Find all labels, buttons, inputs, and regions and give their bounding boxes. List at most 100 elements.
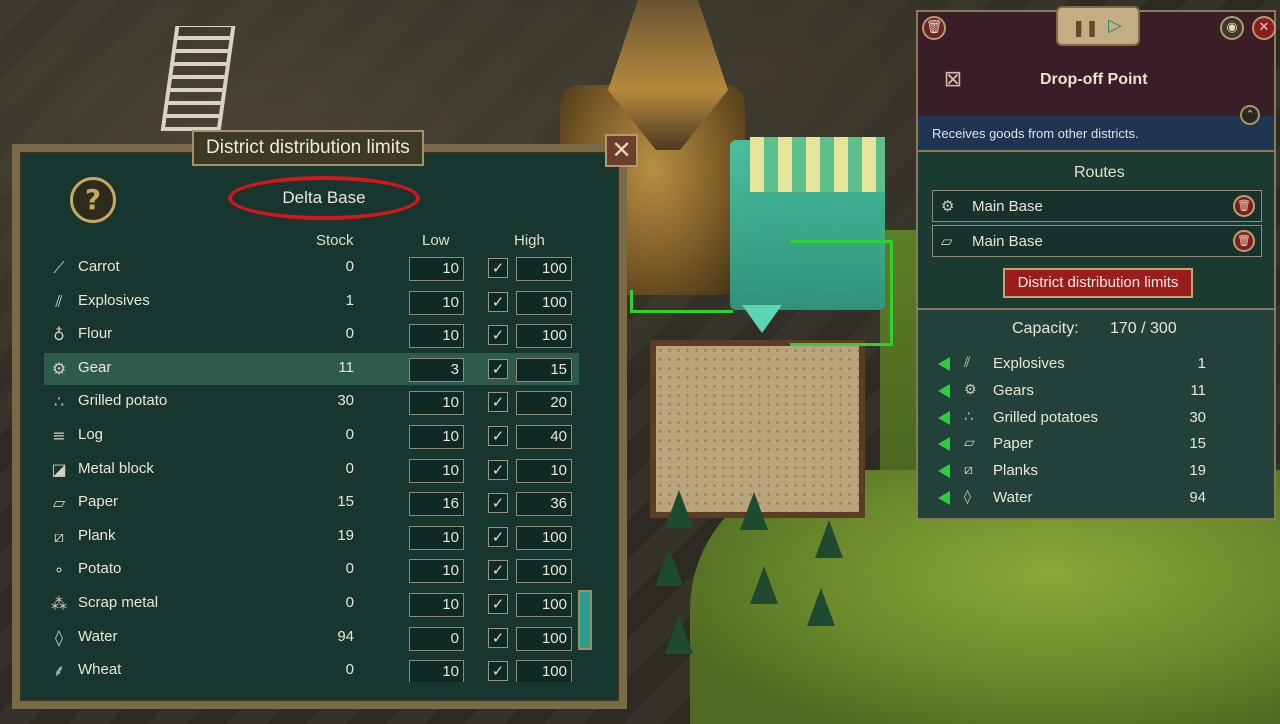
pine-tree: [807, 588, 835, 626]
district-distribution-limits-button[interactable]: District distribution limits: [1003, 268, 1193, 298]
delete-route-icon[interactable]: 🗑: [1233, 195, 1255, 217]
collapse-icon[interactable]: ⌃: [1240, 105, 1260, 125]
high-limit-input[interactable]: 15: [516, 357, 572, 382]
inventory-value: 11: [1190, 381, 1206, 399]
supply-arrow-icon: [938, 383, 950, 398]
grilled-potato-icon: ∴: [53, 392, 65, 412]
table-row[interactable]: ⁂ Scrap metal 0 10 ✓ 100: [44, 588, 579, 620]
table-row[interactable]: ∘ Potato 0 10 ✓ 100: [44, 554, 579, 586]
high-limit-checkbox[interactable]: ✓: [488, 358, 508, 379]
resource-name: Plank: [78, 526, 116, 544]
high-limit-checkbox[interactable]: ✓: [488, 392, 508, 413]
high-limit-input[interactable]: 100: [516, 290, 572, 315]
inventory-item: ⚙ Gears 11: [938, 379, 1218, 403]
high-limit-input[interactable]: 10: [516, 458, 572, 483]
pause-icon[interactable]: ❚❚: [1072, 18, 1099, 37]
high-limit-input[interactable]: 100: [516, 593, 572, 617]
high-limit-input[interactable]: 40: [516, 425, 572, 449]
inventory-name: Gears: [993, 381, 1034, 399]
high-limit-input[interactable]: 100: [516, 324, 572, 349]
inventory-name: Planks: [993, 462, 1039, 480]
route-item[interactable]: ▱ Main Base 🗑: [932, 225, 1262, 257]
resource-name: Paper: [78, 493, 119, 511]
low-limit-input[interactable]: 3: [409, 357, 464, 382]
wheat-icon: ⸙: [52, 661, 65, 681]
high-limit-input[interactable]: 100: [516, 525, 572, 550]
table-row[interactable]: ⧄ Plank 19 10 ✓ 100: [44, 521, 579, 553]
high-limit-checkbox[interactable]: ✓: [488, 291, 508, 312]
eye-icon[interactable]: ◉: [1220, 16, 1244, 40]
low-limit-input[interactable]: 10: [409, 324, 464, 349]
supply-arrow-icon: [938, 410, 950, 425]
inventory-value: 1: [1197, 355, 1206, 372]
drop-off-point-icon: ⊠: [943, 67, 963, 92]
high-limit-checkbox[interactable]: ✓: [488, 258, 508, 278]
high-limit-input[interactable]: 100: [516, 626, 572, 651]
table-row[interactable]: ▱ Paper 15 16 ✓ 36: [44, 487, 579, 519]
inventory-value: 15: [1189, 435, 1206, 453]
low-limit-input[interactable]: 10: [409, 559, 464, 584]
route-item[interactable]: ⚙ Main Base 🗑: [932, 190, 1262, 222]
inventory-name: Grilled potatoes: [993, 408, 1099, 426]
stock-value: 0: [345, 560, 354, 578]
table-row[interactable]: ⸙ Wheat 0 10 ✓ 100: [44, 655, 579, 682]
resource-name: Water: [78, 627, 118, 645]
stock-value: 0: [345, 258, 354, 275]
low-limit-input[interactable]: 10: [409, 391, 464, 416]
pine-tree: [665, 490, 693, 528]
low-limit-input[interactable]: 10: [409, 290, 464, 315]
high-limit-checkbox[interactable]: ✓: [488, 594, 508, 614]
high-limit-input[interactable]: 100: [516, 660, 572, 682]
table-row[interactable]: ⚙ Gear 11 3 ✓ 15: [44, 352, 579, 385]
table-row[interactable]: ⫽ Explosives 1 10 ✓ 100: [44, 286, 579, 318]
resource-name: Wheat: [78, 661, 122, 679]
stock-value: 0: [345, 594, 354, 611]
gear-icon: ⚙: [51, 358, 67, 378]
low-limit-input[interactable]: 10: [409, 257, 464, 281]
table-row[interactable]: ◊ Water 94 0 ✓ 100: [44, 622, 579, 654]
play-icon[interactable]: ▷: [1108, 15, 1122, 36]
resource-name: Grilled potato: [78, 392, 168, 410]
high-limit-input[interactable]: 100: [516, 559, 572, 584]
inventory-item: ⧄ Planks 19: [938, 459, 1218, 483]
high-limit-checkbox[interactable]: ✓: [488, 627, 508, 648]
delete-building-icon[interactable]: 🗑: [922, 16, 946, 40]
delete-route-icon[interactable]: 🗑: [1233, 230, 1255, 252]
grilled-potato-icon: ∴: [964, 408, 973, 425]
metal-block-icon: ◪: [51, 459, 67, 479]
low-limit-input[interactable]: 10: [409, 593, 464, 617]
route-label: Main Base: [972, 198, 1043, 215]
high-limit-checkbox[interactable]: ✓: [488, 325, 508, 346]
high-limit-checkbox[interactable]: ✓: [488, 459, 508, 480]
scrollbar[interactable]: [578, 590, 592, 650]
high-limit-checkbox[interactable]: ✓: [488, 493, 508, 514]
table-row[interactable]: ◪ Metal block 0 10 ✓ 10: [44, 454, 579, 486]
paper-icon: ▱: [941, 232, 953, 250]
low-limit-input[interactable]: 16: [409, 492, 464, 517]
resource-name: Metal block: [78, 459, 154, 477]
low-limit-input[interactable]: 10: [409, 425, 464, 449]
close-icon[interactable]: ✕: [605, 134, 638, 167]
resource-name: Carrot: [78, 258, 120, 275]
table-row[interactable]: ∴ Grilled potato 30 10 ✓ 20: [44, 386, 579, 418]
low-limit-input[interactable]: 10: [409, 458, 464, 483]
low-limit-input[interactable]: 0: [409, 626, 464, 651]
low-limit-input[interactable]: 10: [409, 525, 464, 550]
table-row[interactable]: ≡ Log 0 10 ✓ 40: [44, 420, 579, 452]
high-limit-checkbox[interactable]: ✓: [488, 560, 508, 581]
high-limit-checkbox[interactable]: ✓: [488, 661, 508, 682]
supply-arrow-icon: [938, 357, 950, 371]
high-limit-input[interactable]: 20: [516, 391, 572, 416]
high-limit-checkbox[interactable]: ✓: [488, 426, 508, 446]
high-limit-checkbox[interactable]: ✓: [488, 526, 508, 547]
table-row[interactable]: ⟋ Carrot 0 10 ✓ 100: [44, 252, 579, 284]
high-limit-input[interactable]: 36: [516, 492, 572, 517]
close-panel-icon[interactable]: ✕: [1252, 16, 1276, 40]
low-limit-input[interactable]: 10: [409, 660, 464, 682]
capacity-label: Capacity:: [1012, 320, 1079, 337]
column-header-low: Low: [422, 232, 450, 249]
table-row[interactable]: ♁ Flour 0 10 ✓ 100: [44, 319, 579, 351]
help-icon[interactable]: ?: [70, 177, 116, 223]
resource-name: Flour: [78, 325, 113, 343]
high-limit-input[interactable]: 100: [516, 257, 572, 281]
